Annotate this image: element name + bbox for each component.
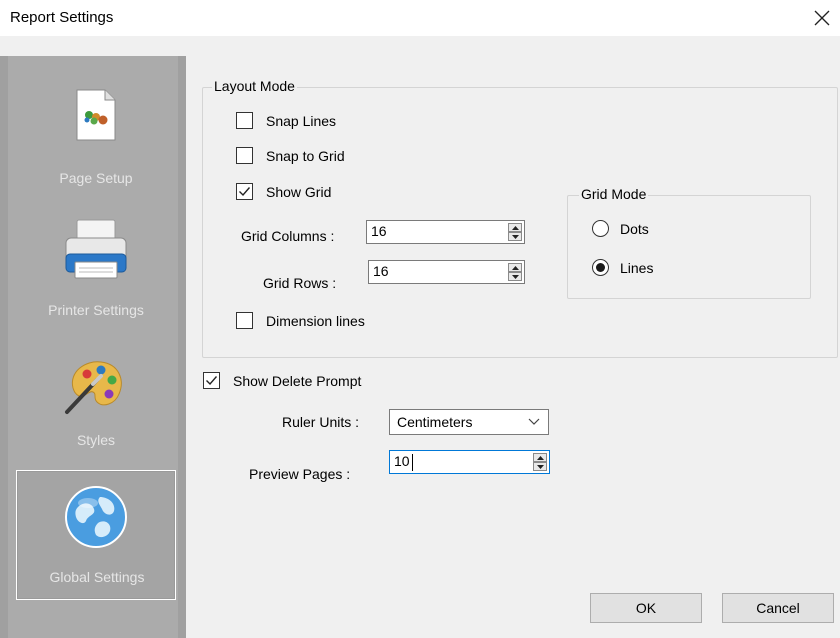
grid-rows-value: 16 [373, 263, 389, 279]
show-delete-prompt-checkbox[interactable]: Show Delete Prompt [203, 372, 361, 389]
triangle-down-icon [512, 235, 519, 239]
sidebar-item-label: Printer Settings [48, 302, 144, 318]
checkbox-box[interactable] [236, 312, 253, 329]
ruler-units-label: Ruler Units : [282, 414, 360, 430]
checkbox-label: Snap to Grid [266, 147, 345, 164]
chevron-down-icon [528, 418, 540, 425]
grid-mode-lines-radio[interactable]: Lines [592, 259, 653, 276]
grid-columns-stepper[interactable] [508, 223, 522, 241]
report-settings-dialog: Report Settings Page Setup Printer Setti… [0, 0, 840, 638]
radio-circle[interactable] [592, 259, 609, 276]
sidebar-item-label: Global Settings [49, 569, 145, 585]
window-title: Report Settings [10, 9, 114, 26]
stepper-down-button[interactable] [508, 272, 522, 281]
title-bar: Report Settings [0, 0, 840, 36]
ok-button[interactable]: OK [590, 593, 702, 623]
ruler-units-select[interactable]: Centimeters [389, 409, 549, 435]
preview-pages-label: Preview Pages : [249, 466, 351, 482]
cancel-button[interactable]: Cancel [722, 593, 834, 623]
close-icon [814, 10, 830, 26]
preview-pages-value: 10 [394, 453, 410, 469]
grid-mode-title: Grid Mode [579, 186, 649, 202]
grid-columns-input[interactable]: 16 [366, 220, 525, 244]
printer-icon [65, 219, 127, 279]
checkbox-label: Snap Lines [266, 112, 337, 129]
snap-to-grid-checkbox[interactable]: Snap to Grid [236, 147, 345, 164]
grid-columns-value: 16 [371, 223, 387, 239]
radio-dot [596, 263, 605, 272]
snap-lines-checkbox[interactable]: Snap Lines [236, 112, 336, 129]
grid-rows-input[interactable]: 16 [368, 260, 525, 284]
stepper-down-button[interactable] [508, 232, 522, 241]
triangle-down-icon [537, 465, 544, 469]
layout-mode-title: Layout Mode [212, 78, 297, 94]
sidebar-item-global-settings[interactable]: Global Settings [16, 470, 176, 600]
globe-icon [65, 486, 127, 548]
stepper-up-button[interactable] [508, 223, 522, 232]
grid-rows-stepper[interactable] [508, 263, 522, 281]
text-cursor [412, 454, 413, 471]
grid-mode-dots-radio[interactable]: Dots [592, 220, 649, 237]
palette-icon [65, 361, 122, 414]
preview-pages-stepper[interactable] [533, 453, 547, 471]
grid-columns-label: Grid Columns : [241, 228, 335, 244]
checkbox-label: Dimension lines [266, 312, 365, 329]
triangle-up-icon [512, 266, 519, 270]
stepper-up-button[interactable] [508, 263, 522, 272]
triangle-down-icon [512, 275, 519, 279]
radio-label: Lines [620, 259, 654, 276]
stepper-down-button[interactable] [533, 462, 547, 471]
checkbox-label: Show Delete Prompt [233, 372, 362, 389]
settings-sidebar: Page Setup Printer Settings Styles Globa… [0, 56, 186, 638]
radio-circle[interactable] [592, 220, 609, 237]
sidebar-item-page-setup[interactable]: Page Setup [16, 76, 176, 206]
checkmark-icon [239, 187, 251, 197]
sidebar-item-label: Styles [76, 432, 116, 448]
triangle-up-icon [512, 226, 519, 230]
page-setup-icon [76, 89, 116, 141]
dimension-lines-checkbox[interactable]: Dimension lines [236, 312, 365, 329]
radio-label: Dots [620, 220, 649, 237]
triangle-up-icon [537, 456, 544, 460]
show-grid-checkbox[interactable]: Show Grid [236, 183, 331, 200]
grid-rows-label: Grid Rows : [263, 275, 337, 291]
checkbox-box[interactable] [203, 372, 220, 389]
grid-mode-group [567, 195, 811, 299]
checkbox-box[interactable] [236, 183, 253, 200]
stepper-up-button[interactable] [533, 453, 547, 462]
ruler-units-value: Centimeters [397, 414, 473, 430]
checkbox-label: Show Grid [266, 183, 332, 200]
close-button[interactable] [804, 0, 840, 36]
preview-pages-input[interactable]: 10 [389, 450, 550, 474]
checkbox-box[interactable] [236, 112, 253, 129]
checkbox-box[interactable] [236, 147, 253, 164]
checkmark-icon [206, 376, 218, 386]
sidebar-item-styles[interactable]: Styles [16, 338, 176, 468]
sidebar-item-label: Page Setup [59, 170, 133, 186]
sidebar-item-printer-settings[interactable]: Printer Settings [16, 206, 176, 336]
